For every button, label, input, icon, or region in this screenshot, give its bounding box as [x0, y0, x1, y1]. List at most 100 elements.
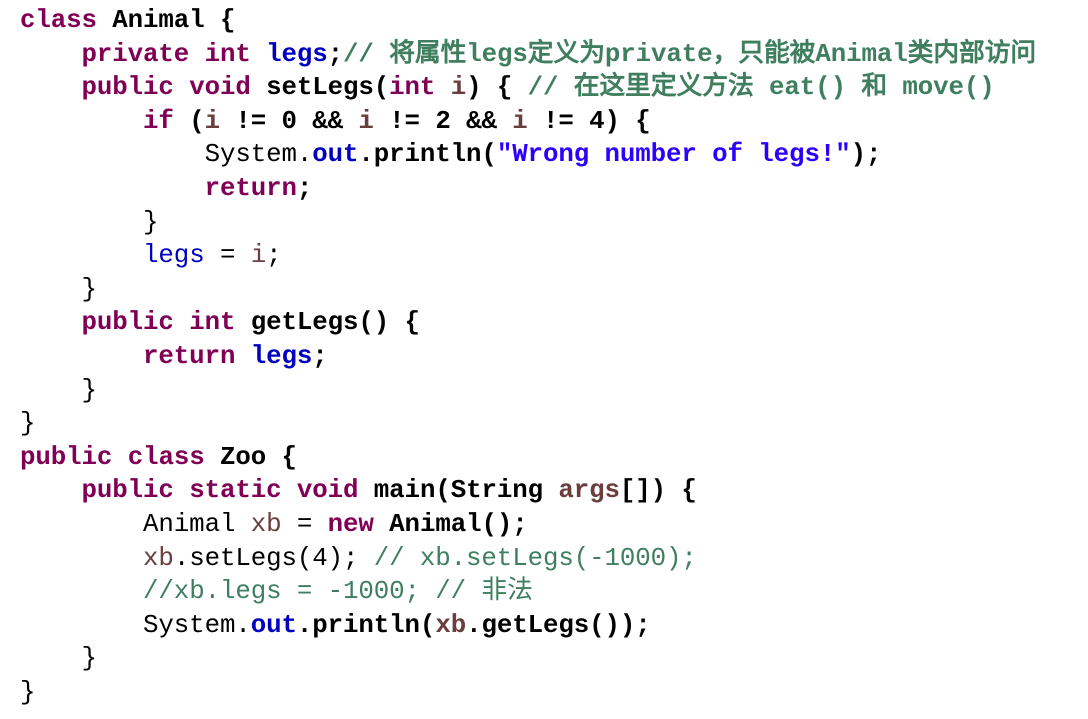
- code-token-field: out: [250, 610, 297, 640]
- code-line: }: [20, 407, 1036, 441]
- code-token-plain: ) {: [466, 73, 528, 103]
- code-token-var: xb: [250, 509, 282, 539]
- code-line: return legs;: [20, 340, 1036, 374]
- code-token-comment: // xb.setLegs(-1000);: [373, 543, 697, 573]
- code-token-var: xb: [143, 543, 174, 573]
- code-block: class Animal { private int legs;// 将属性le…: [20, 4, 1036, 709]
- code-line: legs = i;: [20, 239, 1036, 273]
- code-token-keyword: class: [20, 6, 97, 35]
- code-token-comment: // 将属性legs定义为private，只能被Animal类内部访问: [343, 39, 1037, 69]
- code-token-keyword: public: [20, 476, 174, 506]
- code-token-plain: Animal();: [373, 509, 528, 539]
- code-token-plain: System.: [20, 140, 313, 170]
- code-token-plain: }: [20, 375, 97, 405]
- code-token-plain: =: [281, 509, 328, 539]
- code-token-plain: ;: [327, 39, 344, 69]
- code-token-plain: ;: [312, 341, 328, 371]
- code-token-var: i: [250, 241, 267, 271]
- code-token-keyword: return: [20, 341, 236, 371]
- code-token-field: legs: [266, 39, 328, 69]
- code-token-plain: main(String: [358, 476, 559, 506]
- code-token-field: out: [312, 140, 359, 170]
- code-token-var: i: [450, 73, 467, 103]
- code-line: Animal xb = new Animal();: [20, 508, 1036, 542]
- code-token-plain: System.: [20, 610, 251, 640]
- code-token-plain: (: [173, 106, 205, 136]
- code-token-plain: =: [204, 241, 251, 271]
- code-line: public int getLegs() {: [20, 306, 1036, 340]
- code-token-plain: }: [20, 207, 159, 237]
- code-line: //xb.legs = -1000; // 非法: [20, 575, 1036, 609]
- code-token-keyword: class: [127, 442, 205, 472]
- code-token-plain: }: [20, 274, 97, 304]
- code-line: private int legs;// 将属性legs定义为private，只能…: [20, 38, 1037, 72]
- code-token-plain: }: [20, 644, 97, 674]
- code-token-keyword: return: [20, 173, 297, 203]
- code-line: if (i != 0 && i != 2 && i != 4) {: [20, 105, 1036, 139]
- code-token-string: "Wrong number of legs!": [496, 140, 851, 170]
- code-token-plain: != 4) {: [527, 106, 651, 136]
- code-token-plain: Animal {: [96, 6, 236, 35]
- code-token-field: legs: [143, 241, 205, 271]
- code-line: public void setLegs(int i) { // 在这里定义方法 …: [20, 71, 1036, 105]
- code-token-plain: }: [20, 677, 36, 707]
- code-line: return;: [20, 172, 1036, 206]
- code-token-plain: []) {: [619, 476, 697, 506]
- code-token-keyword: public: [20, 308, 174, 338]
- code-token-plain: .setLegs(4);: [173, 543, 374, 573]
- code-token-plain: .println(: [296, 610, 436, 640]
- code-token-plain: setLegs(: [250, 73, 390, 103]
- code-token-plain: .println(: [358, 140, 497, 170]
- code-line: }: [20, 273, 1036, 307]
- code-token-plain: Zoo {: [204, 442, 297, 472]
- code-token-plain: Animal: [20, 509, 251, 539]
- code-token-keyword: int: [189, 308, 236, 338]
- code-token-plain: != 0 &&: [219, 106, 359, 136]
- code-token-keyword: int: [389, 73, 436, 103]
- code-token-var: xb: [435, 610, 467, 640]
- code-token-plain: getLegs() {: [235, 308, 420, 338]
- code-token-plain: != 2 &&: [373, 106, 513, 136]
- code-token-keyword: public: [20, 442, 113, 472]
- code-line: class Animal {: [20, 4, 1036, 38]
- code-token-plain: }: [20, 409, 36, 439]
- code-token-keyword: int: [204, 39, 251, 69]
- code-token-keyword: new: [327, 509, 374, 539]
- code-token-field: legs: [250, 341, 313, 371]
- code-token-keyword: void: [296, 476, 359, 506]
- code-token-plain: .getLegs());: [466, 610, 651, 640]
- code-line: }: [20, 642, 1036, 676]
- code-line: public static void main(String args[]) {: [20, 474, 1036, 508]
- code-token-keyword: static: [189, 476, 282, 506]
- code-line: System.out.println("Wrong number of legs…: [20, 138, 1036, 172]
- code-token-keyword: void: [189, 73, 251, 103]
- code-token-plain: ;: [266, 241, 282, 271]
- code-token-var: i: [512, 106, 528, 136]
- code-line: }: [20, 206, 1036, 240]
- code-line: public class Zoo {: [20, 441, 1036, 475]
- code-token-keyword: public: [20, 73, 174, 103]
- code-token-comment: // 在这里定义方法 eat() 和 move(): [527, 73, 995, 103]
- code-token-var: i: [204, 106, 220, 136]
- code-token-plain: ;: [296, 173, 313, 203]
- code-token-plain: );: [850, 140, 882, 170]
- code-line: }: [20, 676, 1036, 710]
- code-token-var: args: [558, 476, 620, 506]
- code-token-keyword: if: [20, 106, 174, 136]
- code-line: xb.setLegs(4); // xb.setLegs(-1000);: [20, 542, 1036, 576]
- code-token-comment: //xb.legs = -1000; // 非法: [143, 577, 533, 607]
- code-line: System.out.println(xb.getLegs());: [20, 609, 1036, 643]
- code-token-var: i: [358, 106, 374, 136]
